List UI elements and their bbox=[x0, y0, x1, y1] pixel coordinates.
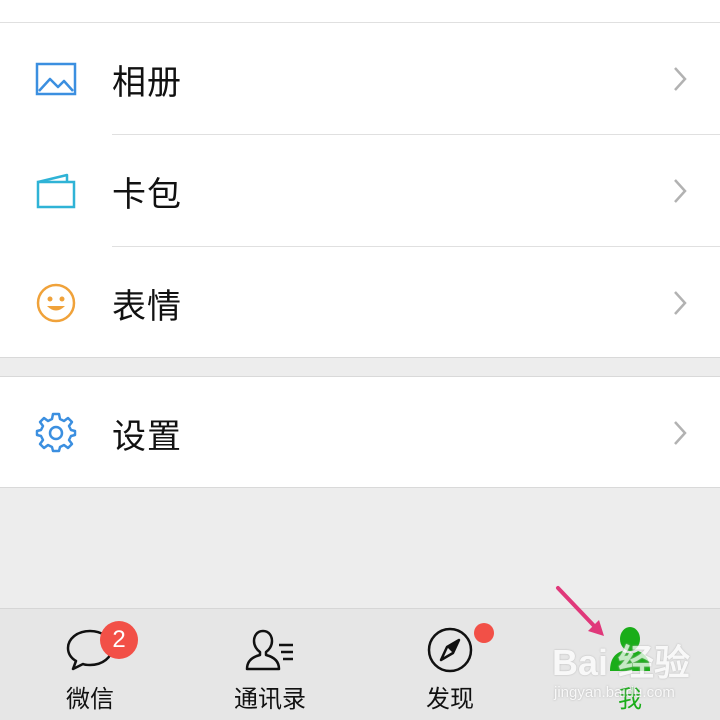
compass-icon bbox=[423, 623, 477, 677]
smiley-icon bbox=[34, 281, 78, 325]
tab-label: 通讯录 bbox=[234, 685, 306, 713]
menu-item-settings[interactable]: 设置 bbox=[0, 377, 720, 489]
contacts-icon bbox=[243, 623, 297, 677]
menu-item-label: 卡包 bbox=[112, 174, 182, 215]
chevron-right-icon bbox=[670, 288, 690, 318]
chevron-right-icon bbox=[670, 176, 690, 206]
tab-chats[interactable]: 2 微信 bbox=[30, 609, 150, 720]
baidu-jingyan-watermark: Bai 经验 jingyan.baidu.com bbox=[552, 628, 720, 708]
menu-item-album[interactable]: 相册 bbox=[0, 23, 720, 135]
menu-group-settings: 设置 bbox=[0, 376, 720, 488]
menu-item-cards[interactable]: 卡包 bbox=[0, 135, 720, 247]
menu-item-label: 表情 bbox=[112, 286, 182, 327]
watermark-domain: jingyan.baidu.com bbox=[554, 684, 675, 701]
gear-icon bbox=[34, 411, 78, 455]
tab-discover[interactable]: 发现 bbox=[390, 609, 510, 720]
menu-item-label: 相册 bbox=[112, 62, 182, 103]
menu-group-main: 相册 卡包 表情 bbox=[0, 0, 720, 358]
card-wallet-icon bbox=[34, 169, 78, 213]
menu-item-label: 设置 bbox=[112, 416, 182, 457]
new-content-dot bbox=[474, 623, 494, 643]
tab-label: 微信 bbox=[66, 685, 114, 713]
watermark-brand: Bai 经验 bbox=[552, 642, 691, 683]
tab-contacts[interactable]: 通讯录 bbox=[210, 609, 330, 720]
chevron-right-icon bbox=[670, 64, 690, 94]
chevron-right-icon bbox=[670, 418, 690, 448]
me-page: 相册 卡包 表情 设置 2 微信 通讯录 发现 我 Bai 经验 jingyan… bbox=[0, 0, 720, 720]
unread-badge: 2 bbox=[100, 621, 138, 659]
photo-album-icon bbox=[34, 57, 78, 101]
menu-item-stickers[interactable]: 表情 bbox=[0, 247, 720, 359]
tab-label: 发现 bbox=[426, 685, 474, 713]
